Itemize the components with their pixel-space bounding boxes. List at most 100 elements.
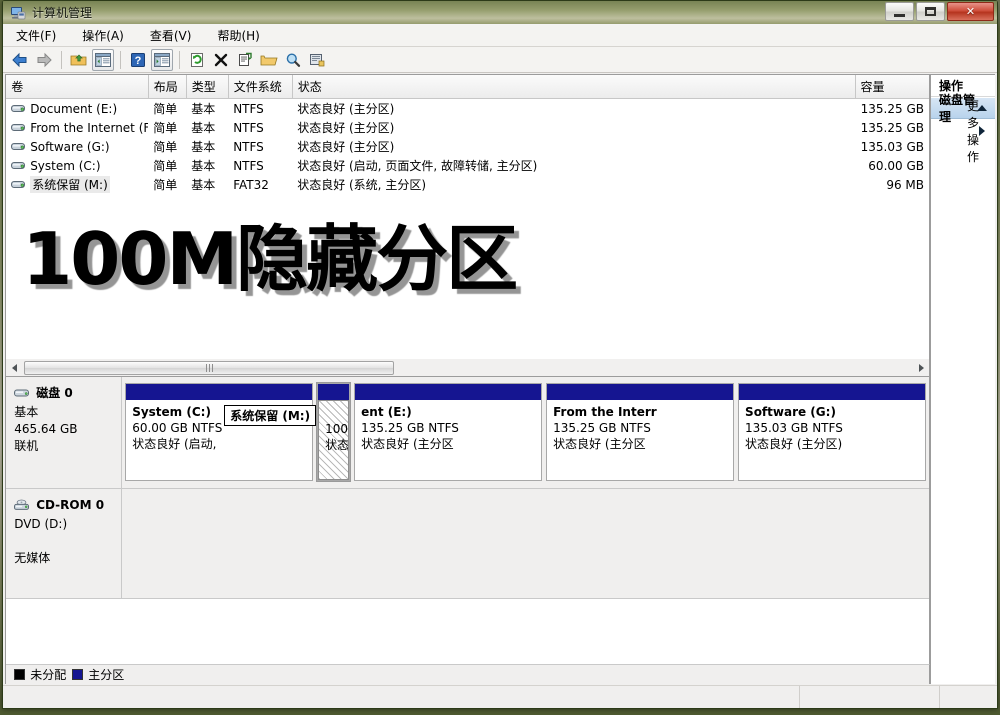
partition-color-bar <box>318 384 349 400</box>
partition-size-fs: 100 <box>325 422 342 436</box>
disk-row-empty <box>6 599 929 639</box>
status-panel-main <box>3 686 799 708</box>
column-header-status[interactable]: 状态 <box>292 75 855 99</box>
forward-icon[interactable] <box>33 49 55 71</box>
disk-header: 磁盘 0 <box>14 385 113 402</box>
table-row[interactable]: Document (E:) 简单 基本 NTFS 状态良好 (主分区) 135.… <box>6 99 929 119</box>
column-header-layout[interactable]: 布局 <box>148 75 186 99</box>
title-bar: 计算机管理 ✕ <box>3 1 997 25</box>
partition-from-the-internet-f[interactable]: From the Interr 135.25 GB NTFS 状态良好 (主分区 <box>546 383 734 481</box>
partition-status: 状态良好 (启动, <box>132 435 306 452</box>
menu-file[interactable]: 文件(F) <box>13 25 59 46</box>
cell-status: 状态良好 (主分区) <box>292 118 855 137</box>
back-icon[interactable] <box>9 49 31 71</box>
cell-layout: 简单 <box>148 156 186 175</box>
disk-name: CD-ROM 0 <box>36 497 104 514</box>
disk-row-cdrom0: CD-ROM 0 DVD (D:) 无媒体 <box>6 489 929 599</box>
cell-layout: 简单 <box>148 175 186 194</box>
toolbar-separator <box>120 51 121 69</box>
cell-type: 基本 <box>186 118 228 137</box>
scrollbar-thumb[interactable] <box>24 361 394 375</box>
partition-document-e[interactable]: ent (E:) 135.25 GB NTFS 状态良好 (主分区 <box>354 383 542 481</box>
scrollbar-track[interactable] <box>22 360 913 376</box>
cdrom-icon <box>14 499 30 512</box>
cell-volume: Document (E:) <box>6 99 148 119</box>
show-console-tree-icon[interactable] <box>92 49 114 71</box>
minimize-button[interactable] <box>885 2 914 21</box>
legend-label: 未分配 <box>30 666 66 683</box>
partition-system-reserved-m[interactable]: 100 状态 <box>317 383 350 481</box>
table-row[interactable]: Software (G:) 简单 基本 NTFS 状态良好 (主分区) 135.… <box>6 137 929 156</box>
cell-status: 状态良好 (主分区) <box>292 137 855 156</box>
cell-layout: 简单 <box>148 99 186 119</box>
close-button[interactable]: ✕ <box>947 2 994 21</box>
partition-size-fs: 135.03 GB NTFS <box>745 421 919 435</box>
cell-filesystem: NTFS <box>228 118 292 137</box>
menu-view[interactable]: 查看(V) <box>147 25 195 46</box>
cell-capacity: 135.25 GB <box>855 118 929 137</box>
delete-icon[interactable] <box>210 49 232 71</box>
desktop-background: 计算机管理 ✕ 文件(F) 操作(A) 查看(V) 帮助(H) <box>0 0 1000 715</box>
rescan-disks-icon[interactable] <box>306 49 328 71</box>
disk-type: 基本 <box>14 404 113 421</box>
partition-color-bar <box>547 384 733 400</box>
window-title: 计算机管理 <box>32 4 92 21</box>
cell-status: 状态良好 (系统, 主分区) <box>292 175 855 194</box>
graphical-disk-view[interactable]: 磁盘 0 基本 465.64 GB 联机 System (C:) <box>6 376 930 664</box>
column-header-volume[interactable]: 卷 <box>6 75 148 99</box>
column-header-type[interactable]: 类型 <box>186 75 228 99</box>
partition-name: From the Interr <box>553 405 727 419</box>
toolbar: ? <box>3 47 997 73</box>
window-controls: ✕ <box>885 2 994 21</box>
disk-name: 磁盘 0 <box>36 385 73 402</box>
disk-size <box>14 533 113 550</box>
scroll-left-icon[interactable] <box>6 360 22 376</box>
menu-action[interactable]: 操作(A) <box>79 25 127 46</box>
cell-status: 状态良好 (启动, 页面文件, 故障转储, 主分区) <box>292 156 855 175</box>
drive-icon <box>11 160 26 171</box>
cell-volume: System (C:) <box>6 156 148 175</box>
cell-layout: 简单 <box>148 118 186 137</box>
horizontal-scrollbar[interactable] <box>6 359 930 376</box>
cell-layout: 简单 <box>148 137 186 156</box>
cell-filesystem: NTFS <box>228 99 292 119</box>
show-action-pane-icon[interactable] <box>151 49 173 71</box>
partition-status: 状态良好 (主分区) <box>745 435 919 452</box>
column-header-capacity[interactable]: 容量 <box>855 75 929 99</box>
partition-color-bar <box>126 384 312 400</box>
partition-status: 状态 <box>325 436 342 453</box>
disk-type: DVD (D:) <box>14 516 113 533</box>
menu-help[interactable]: 帮助(H) <box>214 25 262 46</box>
disk-info-cdrom0[interactable]: CD-ROM 0 DVD (D:) 无媒体 <box>6 489 122 598</box>
volume-list[interactable]: 卷 布局 类型 文件系统 状态 容量 <box>6 75 930 359</box>
open-icon[interactable] <box>258 49 280 71</box>
legend-item-unallocated: 未分配 <box>14 666 66 683</box>
partition-size-fs: 135.25 GB NTFS <box>553 421 727 435</box>
cell-volume: From the Internet (F:) <box>6 118 148 137</box>
table-row[interactable]: 系统保留 (M:) 简单 基本 FAT32 状态良好 (系统, 主分区) 96 … <box>6 175 929 194</box>
column-header-filesystem[interactable]: 文件系统 <box>228 75 292 99</box>
table-row[interactable]: From the Internet (F:) 简单 基本 NTFS 状态良好 (… <box>6 118 929 137</box>
cell-filesystem: NTFS <box>228 137 292 156</box>
help-icon[interactable]: ? <box>127 49 149 71</box>
maximize-button[interactable] <box>916 2 945 21</box>
disk-info-disk0[interactable]: 磁盘 0 基本 465.64 GB 联机 <box>6 377 122 488</box>
cell-capacity: 60.00 GB <box>855 156 929 175</box>
search-icon[interactable] <box>282 49 304 71</box>
disk-state: 联机 <box>14 438 113 455</box>
partition-name: ent (E:) <box>361 405 535 419</box>
folder-up-icon[interactable] <box>68 49 90 71</box>
actions-group-disk-management[interactable]: 磁盘管理 <box>931 97 995 119</box>
scroll-right-icon[interactable] <box>913 360 929 376</box>
cell-status: 状态良好 (主分区) <box>292 99 855 119</box>
partition-name: Software (G:) <box>745 405 919 419</box>
properties-icon[interactable] <box>234 49 256 71</box>
legend-item-primary-partition: 主分区 <box>72 666 124 683</box>
table-row[interactable]: System (C:) 简单 基本 NTFS 状态良好 (启动, 页面文件, 故… <box>6 156 929 175</box>
watermark-text: 100M隐藏分区 <box>22 223 612 295</box>
partition-system-c[interactable]: System (C:) 60.00 GB NTFS 状态良好 (启动, <box>125 383 313 481</box>
refresh-icon[interactable] <box>186 49 208 71</box>
partition-software-g[interactable]: Software (G:) 135.03 GB NTFS 状态良好 (主分区) <box>738 383 926 481</box>
cdrom-empty-area[interactable] <box>122 489 929 598</box>
cell-capacity: 135.03 GB <box>855 137 929 156</box>
